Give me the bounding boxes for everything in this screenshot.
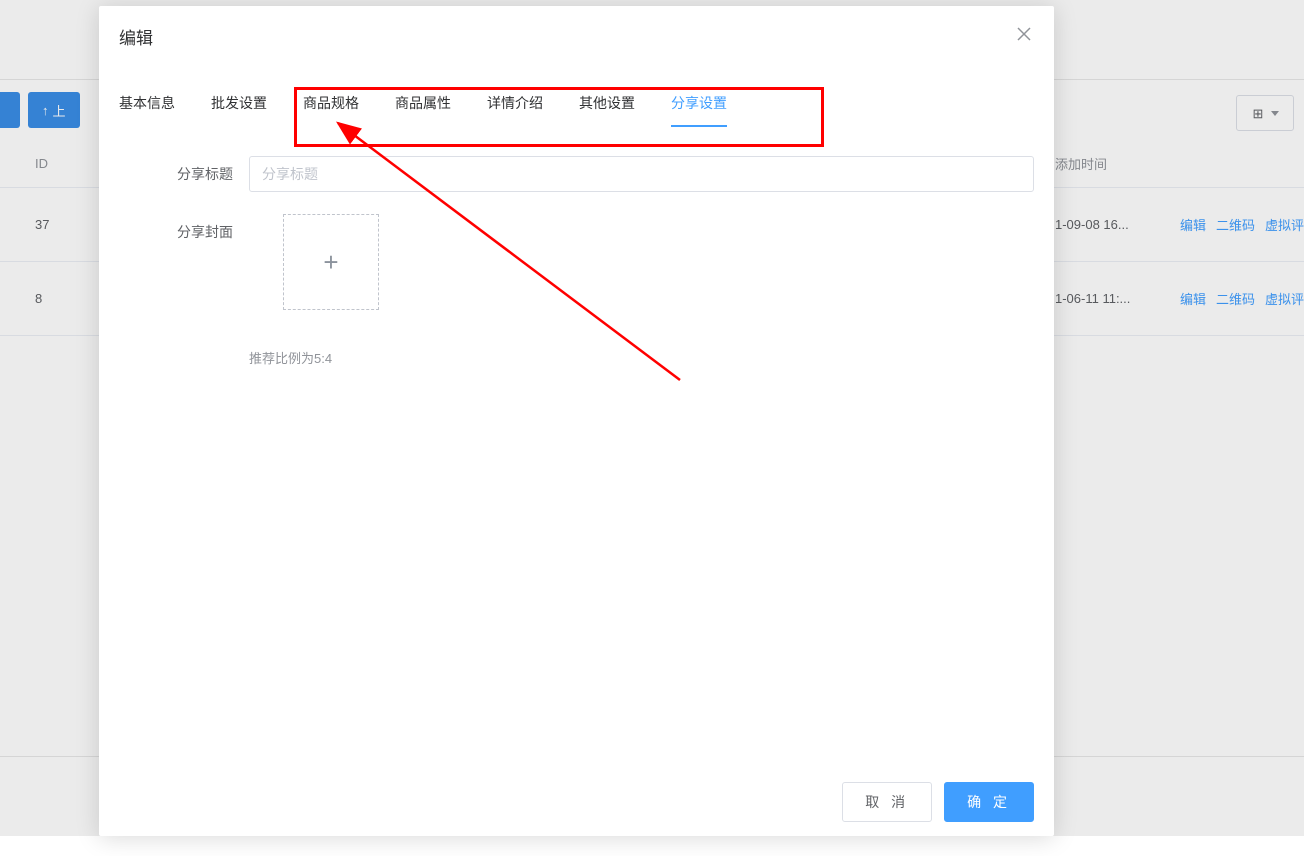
plus-icon: +	[323, 247, 338, 278]
tabs-container: 基本信息 批发设置 商品规格 商品属性 详情介绍 其他设置 分享设置	[119, 81, 1034, 126]
ratio-hint-text: 推荐比例为5:4	[249, 348, 1034, 367]
share-title-control	[249, 156, 1034, 192]
cancel-button[interactable]: 取 消	[842, 782, 932, 822]
cover-upload-box[interactable]: +	[283, 214, 379, 310]
form-row-share-cover: 分享封面 +	[119, 214, 1034, 310]
tab-share-settings[interactable]: 分享设置	[671, 81, 727, 125]
modal-overlay: 编辑 基本信息 批发设置 商品规格 商品属性 详情介绍 其他设置 分享设置	[0, 0, 1304, 836]
tab-product-spec[interactable]: 商品规格	[303, 81, 359, 125]
tab-product-attr[interactable]: 商品属性	[395, 81, 451, 125]
modal-title: 编辑	[119, 24, 153, 49]
form-area: 分享标题 分享封面 + 推荐比例为5:4	[119, 156, 1034, 367]
modal-body: 基本信息 批发设置 商品规格 商品属性 详情介绍 其他设置 分享设置 分享标题	[99, 61, 1054, 768]
modal-header: 编辑	[99, 6, 1054, 61]
confirm-button[interactable]: 确 定	[944, 782, 1034, 822]
share-title-input[interactable]	[249, 156, 1034, 192]
tab-detail-intro[interactable]: 详情介绍	[487, 81, 543, 125]
edit-modal: 编辑 基本信息 批发设置 商品规格 商品属性 详情介绍 其他设置 分享设置	[99, 6, 1054, 836]
tab-other-settings[interactable]: 其他设置	[579, 81, 635, 125]
share-cover-label: 分享封面	[119, 214, 249, 310]
tab-wholesale[interactable]: 批发设置	[211, 81, 267, 125]
share-title-label: 分享标题	[119, 156, 249, 192]
share-cover-control: +	[249, 214, 1034, 310]
modal-footer: 取 消 确 定	[99, 768, 1054, 836]
tab-basic-info[interactable]: 基本信息	[119, 81, 175, 125]
form-row-share-title: 分享标题	[119, 156, 1034, 192]
close-icon[interactable]	[1014, 24, 1034, 44]
